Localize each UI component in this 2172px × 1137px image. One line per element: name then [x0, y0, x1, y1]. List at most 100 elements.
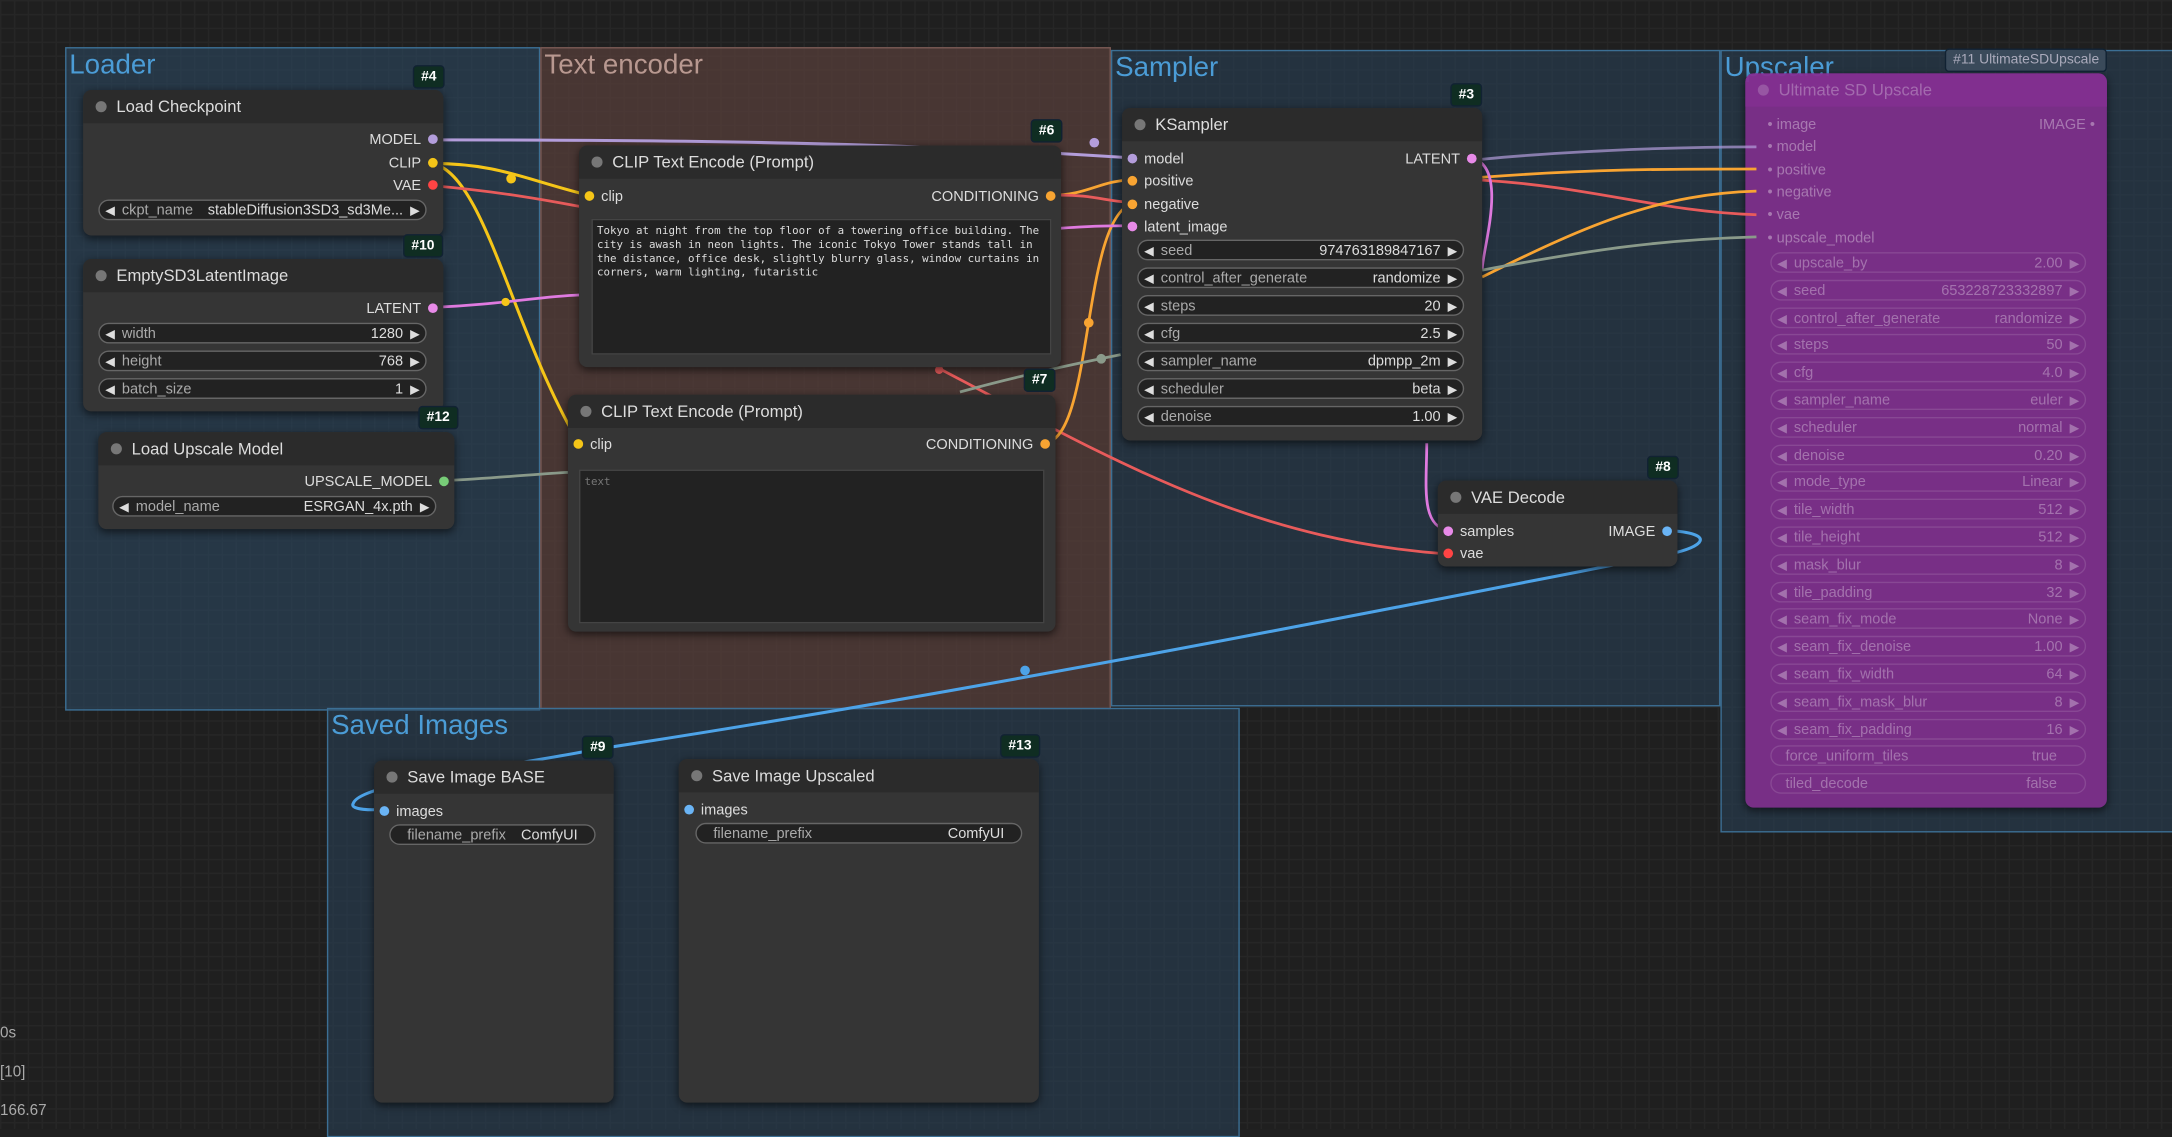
left-arrow-icon[interactable]: ◀ — [1144, 324, 1154, 345]
collapse-dot[interactable] — [386, 771, 398, 783]
output-vae-pin[interactable] — [428, 180, 438, 190]
upscale-widget-tile-padding[interactable]: ◀ tile_padding 32 ▶ — [1770, 581, 2087, 602]
left-arrow-icon[interactable]: ◀ — [1777, 418, 1787, 439]
input-positive[interactable]: positive — [1144, 173, 1193, 190]
left-arrow-icon[interactable]: ◀ — [1777, 555, 1787, 576]
upscale-widget-seam-fix-denoise[interactable]: ◀ seam_fix_denoise 1.00 ▶ — [1770, 636, 2087, 657]
output-conditioning-pin[interactable] — [1045, 191, 1056, 201]
upscale-widget-tile-height[interactable]: ◀ tile_height 512 ▶ — [1770, 526, 2087, 549]
right-arrow-icon[interactable]: ▶ — [2070, 555, 2080, 576]
input-negative[interactable]: • negative — [1768, 184, 1832, 201]
upscale-widget-denoise[interactable]: ◀ denoise 0.20 ▶ — [1770, 444, 2087, 466]
upscale-widget-seam-fix-padding[interactable]: ◀ seam_fix_padding 16 ▶ — [1770, 718, 2087, 741]
node-vae-decode[interactable]: VAE Decode samples IMAGE vae — [1437, 480, 1678, 567]
input-latent-image[interactable]: latent_image — [1144, 219, 1227, 236]
input-samples-pin[interactable] — [1443, 526, 1454, 537]
output-clip-pin[interactable] — [428, 157, 438, 168]
left-arrow-icon[interactable]: ◀ — [1777, 445, 1787, 466]
collapse-dot[interactable] — [591, 156, 603, 168]
left-arrow-icon[interactable]: ◀ — [1144, 352, 1154, 373]
left-arrow-icon[interactable]: ◀ — [1777, 253, 1787, 274]
left-arrow-icon[interactable]: ◀ — [105, 201, 115, 222]
collapse-dot[interactable] — [1450, 491, 1462, 503]
input-images[interactable]: images — [396, 803, 443, 820]
left-arrow-icon[interactable]: ◀ — [1777, 720, 1787, 741]
input-clip[interactable]: clip — [590, 436, 612, 453]
ksampler-widget-seed[interactable]: ◀ seed 974763189847167 ▶ — [1137, 239, 1465, 262]
filename-prefix-input[interactable]: filename_prefix ComfyUI — [389, 824, 596, 845]
input-vae-pin[interactable] — [1443, 548, 1454, 559]
right-arrow-icon[interactable]: ▶ — [2070, 363, 2080, 384]
output-clip[interactable]: CLIP — [389, 155, 421, 172]
output-image-pin[interactable] — [1662, 526, 1672, 537]
input-negative-pin[interactable] — [1127, 199, 1138, 210]
ksampler-widget-control-after-generate[interactable]: ◀ control_after_generate randomize ▶ — [1137, 267, 1465, 290]
output-upscale-model-pin[interactable] — [439, 476, 449, 487]
output-model-pin[interactable] — [428, 134, 438, 145]
input-images-pin[interactable] — [379, 806, 390, 816]
collapse-dot[interactable] — [580, 405, 592, 417]
right-arrow-icon[interactable]: ▶ — [2070, 528, 2080, 549]
model-name-combo[interactable]: ◀ model_name ESRGAN_4x.pth ▶ — [112, 495, 437, 518]
prompt-textarea[interactable]: text — [579, 469, 1045, 624]
node-clip-text-encode-negative[interactable]: CLIP Text Encode (Prompt) clip CONDITION… — [567, 394, 1056, 632]
right-arrow-icon[interactable]: ▶ — [1448, 296, 1458, 317]
left-arrow-icon[interactable]: ◀ — [105, 380, 115, 401]
prompt-textarea[interactable]: Tokyo at night from the top floor of a t… — [591, 218, 1052, 355]
node-load-upscale-model[interactable]: Load Upscale Model UPSCALE_MODEL ◀ model… — [98, 432, 455, 530]
output-conditioning[interactable]: CONDITIONING — [931, 188, 1038, 205]
upscale-widget-sampler-name[interactable]: ◀ sampler_name euler ▶ — [1770, 389, 2087, 412]
batch-size-input[interactable]: ◀ batch_size 1 ▶ — [98, 378, 427, 401]
right-arrow-icon[interactable]: ▶ — [2070, 473, 2080, 494]
right-arrow-icon[interactable]: ▶ — [1448, 380, 1458, 401]
input-clip[interactable]: clip — [601, 188, 623, 205]
right-arrow-icon[interactable]: ▶ — [2070, 391, 2080, 412]
upscale-widget-seam-fix-mask-blur[interactable]: ◀ seam_fix_mask_blur 8 ▶ — [1770, 690, 2087, 713]
ksampler-widget-scheduler[interactable]: ◀ scheduler beta ▶ — [1137, 378, 1465, 401]
right-arrow-icon[interactable]: ▶ — [2070, 281, 2080, 302]
right-arrow-icon[interactable]: ▶ — [1448, 352, 1458, 373]
left-arrow-icon[interactable]: ◀ — [1777, 610, 1787, 631]
input-model-pin[interactable] — [1127, 153, 1138, 164]
ckpt-name-combo[interactable]: ◀ ckpt_name stableDiffusion3SD3_sd3Me...… — [98, 199, 427, 222]
width-input[interactable]: ◀ width 1280 ▶ — [98, 322, 427, 344]
input-images[interactable]: images — [701, 802, 748, 819]
collapse-dot[interactable] — [95, 270, 107, 282]
right-arrow-icon[interactable]: ▶ — [1448, 269, 1458, 290]
node-empty-latent[interactable]: EmptySD3LatentImage LATENT ◀ width 1280 … — [83, 259, 444, 412]
right-arrow-icon[interactable]: ▶ — [410, 380, 420, 401]
right-arrow-icon[interactable]: ▶ — [2070, 445, 2080, 466]
upscale-widget-mode-type[interactable]: ◀ mode_type Linear ▶ — [1770, 471, 2087, 494]
collapse-dot[interactable] — [691, 770, 703, 782]
input-clip-pin[interactable] — [584, 191, 595, 201]
left-arrow-icon[interactable]: ◀ — [1144, 241, 1154, 262]
filename-prefix-input[interactable]: filename_prefix ComfyUI — [695, 822, 1023, 844]
left-arrow-icon[interactable]: ◀ — [1777, 336, 1787, 357]
input-image[interactable]: • image — [1768, 116, 1817, 133]
upscale-widget-force-uniform-tiles[interactable]: force_uniform_tiles true — [1770, 745, 2087, 767]
ksampler-widget-denoise[interactable]: ◀ denoise 1.00 ▶ — [1137, 405, 1465, 428]
right-arrow-icon[interactable]: ▶ — [420, 497, 430, 518]
left-arrow-icon[interactable]: ◀ — [1144, 407, 1154, 428]
upscale-widget-upscale-by[interactable]: ◀ upscale_by 2.00 ▶ — [1770, 252, 2087, 274]
left-arrow-icon[interactable]: ◀ — [1777, 692, 1787, 713]
output-vae[interactable]: VAE — [393, 177, 421, 194]
node-save-image-upscaled[interactable]: Save Image Upscaled images filename_pref… — [678, 759, 1039, 1103]
right-arrow-icon[interactable]: ▶ — [2070, 692, 2080, 713]
left-arrow-icon[interactable]: ◀ — [1144, 380, 1154, 401]
input-negative[interactable]: negative — [1144, 197, 1199, 214]
left-arrow-icon[interactable]: ◀ — [1777, 308, 1787, 329]
right-arrow-icon[interactable]: ▶ — [2070, 720, 2080, 741]
right-arrow-icon[interactable]: ▶ — [2070, 665, 2080, 686]
right-arrow-icon[interactable]: ▶ — [2070, 336, 2080, 357]
output-latent-pin[interactable] — [1466, 153, 1477, 164]
input-model[interactable]: • model — [1768, 139, 1817, 156]
upscale-widget-tile-width[interactable]: ◀ tile_width 512 ▶ — [1770, 498, 2087, 520]
input-positive[interactable]: • positive — [1768, 162, 1826, 179]
ksampler-widget-sampler-name[interactable]: ◀ sampler_name dpmpp_2m ▶ — [1137, 350, 1465, 373]
input-model[interactable]: model — [1144, 151, 1184, 168]
input-latent-image-pin[interactable] — [1127, 221, 1138, 232]
input-images-pin[interactable] — [684, 804, 694, 815]
left-arrow-icon[interactable]: ◀ — [1777, 281, 1787, 302]
left-arrow-icon[interactable]: ◀ — [1777, 665, 1787, 686]
